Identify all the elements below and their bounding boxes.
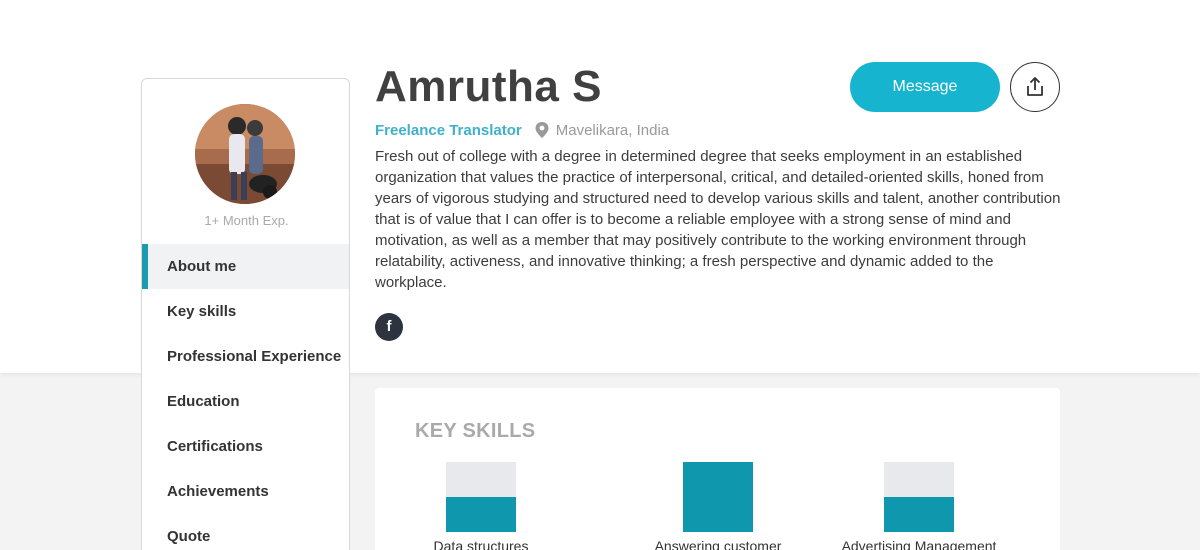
sidebar-item-certifications[interactable]: Certifications [142,424,349,469]
profile-subtitle-row: Freelance Translator Mavelikara, India [375,120,669,140]
sidebar-item-professional-experience[interactable]: Professional Experience [142,334,349,379]
skill-level-bar [446,462,516,532]
sidebar-nav: About me Key skills Professional Experie… [142,244,349,550]
profile-name: Amrutha S [375,62,602,111]
sidebar-item-achievements[interactable]: Achievements [142,469,349,514]
share-button[interactable] [1010,62,1060,112]
location-pin-icon [535,122,549,138]
skill-item: Data structures [381,462,581,550]
facebook-icon[interactable]: f [375,313,403,341]
profile-bio: Fresh out of college with a degree in de… [375,148,1061,291]
avatar [195,104,295,204]
share-icon [1027,77,1043,96]
skill-level-fill [683,462,753,532]
profile-role: Freelance Translator [375,121,522,139]
message-button[interactable]: Message [850,62,1000,112]
skill-level-bar [683,462,753,532]
experience-label: 1+ Month Exp. [204,213,289,228]
sidebar-item-quote[interactable]: Quote [142,514,349,550]
sidebar-item-about-me[interactable]: About me [142,244,349,289]
sidebar-item-key-skills[interactable]: Key skills [142,289,349,334]
skill-item: Advertising Management [819,462,1019,550]
sidebar-item-education[interactable]: Education [142,379,349,424]
key-skills-card: KEY SKILLS Data structures Answering cus… [375,388,1060,550]
skill-item: Answering customer [618,462,818,550]
profile-sidebar: 1+ Month Exp. About me Key skills Profes… [141,78,350,550]
skill-label: Data structures [433,538,529,550]
skill-label: Advertising Management [841,538,997,550]
key-skills-heading: KEY SKILLS [415,420,536,442]
skill-level-fill [446,497,516,532]
skill-level-bar [884,462,954,532]
skill-level-fill [884,497,954,532]
profile-location: Mavelikara, India [555,121,670,139]
avatar-photo [195,104,295,204]
skill-label: Answering customer [654,538,782,550]
